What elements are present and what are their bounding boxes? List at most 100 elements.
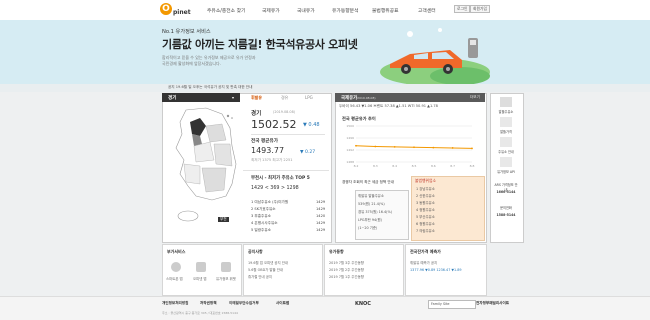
- footer-link-egov[interactable]: 전자정부패밀리사이트: [476, 301, 509, 306]
- nav-item-domestic-price[interactable]: 국내유가: [297, 7, 315, 14]
- region-price-change: ▼ 0.48: [303, 122, 320, 128]
- nav-item-price-analysis[interactable]: 유가동향분석: [332, 7, 358, 14]
- card-title[interactable]: 유가동향: [329, 249, 344, 255]
- x-tick-label: 8.7: [450, 164, 455, 168]
- station-price: 1429: [316, 207, 326, 211]
- trend-item[interactable]: 2019 7월 3주 주간동향: [329, 260, 364, 265]
- intl-price-date: (2019.08.08): [356, 96, 376, 100]
- national-avg-change: ▼ 0.27: [300, 150, 316, 155]
- service-label[interactable]: 스마트폰 앱: [166, 276, 183, 281]
- x-tick-label: 8.6: [431, 164, 436, 168]
- service-label[interactable]: 오피넷 앱: [193, 276, 207, 281]
- korea-map[interactable]: [166, 104, 244, 236]
- data-point: [355, 144, 357, 147]
- illegal-station-row[interactable]: 1 강남주유소: [416, 186, 435, 191]
- divider: [243, 170, 329, 171]
- login-button[interactable]: 로그인: [454, 5, 471, 13]
- x-tick-label: 8.8: [470, 164, 475, 168]
- nav-item-find-station[interactable]: 주유소/충전소 찾기: [207, 7, 245, 14]
- station-row[interactable]: 1 여남주유소 (주)미가원: [251, 200, 288, 205]
- illegal-station-row[interactable]: 7 의림주유소: [416, 228, 435, 233]
- trend-item[interactable]: 2019 7월 2주 주간동향: [329, 267, 364, 272]
- contact-label: 문의전화: [500, 206, 512, 210]
- more-link[interactable]: 더보기: [470, 95, 480, 100]
- footer-link-privacy[interactable]: 개인정보처리방침: [162, 301, 188, 306]
- nav-item-intl-price[interactable]: 국제유가: [262, 7, 280, 14]
- api-icon[interactable]: [500, 157, 512, 167]
- card-title[interactable]: 전국잔가격 예측가: [410, 249, 441, 255]
- footer-link-copyright[interactable]: 저작권정책: [200, 301, 217, 306]
- family-site-select[interactable]: Family Site: [428, 300, 476, 309]
- illegal-station-row[interactable]: 6 청원주유소: [416, 221, 435, 226]
- widget-icon[interactable]: [221, 262, 231, 272]
- x-tick-label: 8.2: [354, 164, 359, 168]
- x-tick-label: 8.4: [392, 164, 397, 168]
- region-name: 경기: [251, 111, 262, 117]
- region-select-label[interactable]: 경기: [168, 95, 176, 101]
- footer-link-sitemap[interactable]: 사이트맵: [276, 301, 289, 306]
- tax-row: 539(원) 21.4(%): [358, 202, 385, 206]
- app-icon[interactable]: [196, 262, 206, 272]
- x-tick-label: 8.5: [412, 164, 417, 168]
- y-tick-label: 1492: [346, 148, 354, 152]
- illegal-station-row[interactable]: 5 부산주유소: [416, 214, 435, 219]
- illegal-station-row[interactable]: 3 동원주유소: [416, 200, 435, 205]
- oil-price-row: 두바이 56.43 ▼1.06 브렌트 57.38 ▲1.51 WTI 50.9…: [339, 104, 438, 108]
- intl-price-title: 국제유가: [341, 96, 358, 101]
- region-date: (2019.08.08): [273, 110, 296, 114]
- service-label[interactable]: 유가정보 위젯: [216, 276, 236, 281]
- price-icon[interactable]: [500, 117, 512, 127]
- hero-description: 국민경제 활성화에 앞장서겠습니다.: [162, 61, 222, 66]
- station-icon[interactable]: [500, 97, 512, 107]
- tab-diesel[interactable]: 경유: [281, 95, 288, 101]
- illegal-station-row[interactable]: 2 신한주유소: [416, 193, 435, 198]
- footer-address: 주소 : 울산광역시 중구 종가로 305 / 대표번호 1588-5144: [162, 311, 238, 315]
- notice-item[interactable]: 19.6월 업 오피넷 공지 안내: [248, 260, 288, 265]
- ticker-text[interactable]: 공지 19.6월 일 오후는 국석유가 공지 및 판촉 대한 안내: [168, 85, 252, 90]
- signup-button[interactable]: 회원가입: [470, 5, 490, 13]
- station-row[interactable]: 2 SK가호주유소: [251, 207, 276, 212]
- card-title: 부가서비스: [167, 249, 186, 254]
- nav-item-customer-center[interactable]: 고객센터: [418, 7, 436, 14]
- forecast-values: 1377.96 ▼0.89 1236.47 ▼1.89: [410, 268, 462, 272]
- contact-number: 1588-5144: [496, 213, 516, 217]
- logo-text[interactable]: pinet: [173, 9, 191, 16]
- station-price: 1429: [316, 221, 326, 225]
- chevron-down-icon[interactable]: ▾: [232, 95, 234, 100]
- notice-item[interactable]: 5.6월 OBD가 알뜰 안내: [248, 267, 283, 272]
- city-top5-label[interactable]: 부천시 - 최저가 주유소 TOP 5: [251, 175, 310, 181]
- smartphone-icon[interactable]: [171, 262, 181, 272]
- quick-item[interactable]: 알뜰가격: [493, 129, 519, 134]
- station-row[interactable]: 4 은평시사주유소: [251, 221, 278, 226]
- station-row[interactable]: 5 일광주유소: [251, 228, 271, 233]
- y-tick-label: 1500: [346, 124, 354, 128]
- forecast-item[interactable]: 휘발유 예측가 공지: [410, 260, 437, 265]
- info-icon[interactable]: [500, 137, 512, 147]
- quick-item[interactable]: 유가정보 API: [493, 169, 519, 174]
- quick-item[interactable]: 알뜰주유소: [493, 109, 519, 114]
- footer-link-email[interactable]: 이메일무단수집거부: [229, 301, 259, 306]
- nav-item-illegal-notice[interactable]: 불법행위공표: [372, 7, 398, 14]
- trend-item[interactable]: 2019 7월 1주 주간동향: [329, 274, 364, 279]
- tab-lpg[interactable]: LPG: [305, 95, 313, 100]
- data-point: [471, 147, 473, 150]
- notice-item[interactable]: 휴가철 안내 공지: [248, 274, 272, 279]
- ars-number: 1666-5144: [496, 190, 516, 194]
- station-row[interactable]: 3 부흥주유소: [251, 214, 271, 219]
- tab-gasoline[interactable]: 휘발유: [251, 95, 262, 101]
- data-point: [413, 146, 415, 149]
- city-price-nav[interactable]: 1429 < 369 > 1298: [251, 186, 299, 191]
- card-title[interactable]: 공지사항: [248, 249, 263, 255]
- price-trend-chart: 15001496149214888.2 8.3 8.4 8.5 8.6 8.7 8.8: [346, 124, 475, 168]
- car-illustration-icon: [380, 28, 490, 84]
- logo-mark[interactable]: O: [160, 3, 172, 15]
- knoc-logo[interactable]: KNOC: [355, 301, 371, 307]
- x-tick-label: 8.3: [373, 164, 378, 168]
- y-tick-label: 1496: [346, 136, 354, 140]
- data-point: [432, 146, 435, 149]
- illegal-station-row[interactable]: 4 정원주유소: [416, 207, 435, 212]
- illegal-station-label[interactable]: 불법행위업소: [415, 178, 436, 184]
- tax-row: LPG부탄 94(원): [358, 218, 382, 222]
- quick-item[interactable]: 주유소 안내: [493, 149, 519, 154]
- tax-row: 경유 375(원) 16.4(%): [358, 210, 393, 214]
